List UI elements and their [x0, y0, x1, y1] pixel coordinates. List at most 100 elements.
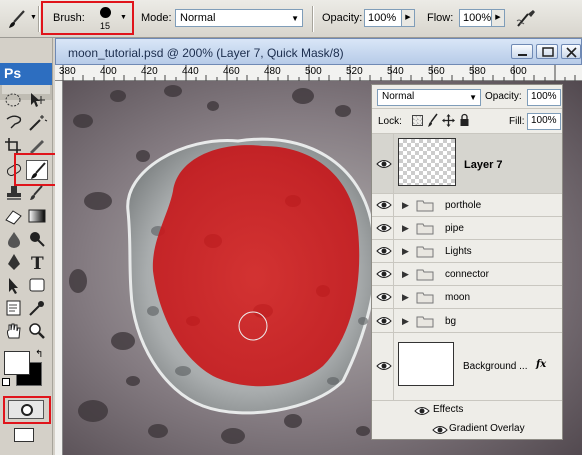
- shape-tool-icon[interactable]: [26, 275, 48, 295]
- expand-triangle-icon[interactable]: ▶: [402, 292, 409, 303]
- layer-name: Layer 7: [464, 159, 503, 171]
- separator: [312, 6, 314, 32]
- layer-group-name: porthole: [445, 200, 482, 211]
- brush-label: Brush:: [53, 12, 85, 24]
- layer-group-pipe[interactable]: ▶ pipe: [372, 217, 562, 240]
- ruler-tick-label: 560: [428, 66, 445, 77]
- ruler-tick-label: 440: [182, 66, 199, 77]
- foreground-color-swatch[interactable]: [4, 351, 30, 375]
- type-tool-icon[interactable]: T: [26, 252, 48, 274]
- layer-group-moon[interactable]: ▶ moon: [372, 286, 562, 309]
- effect-row-gradient-overlay[interactable]: Gradient Overlay: [372, 420, 562, 440]
- ruler-tick-label: 380: [59, 66, 76, 77]
- folder-icon: [416, 200, 434, 212]
- layer-group-name: Lights: [445, 246, 472, 257]
- lock-image-icon[interactable]: [427, 113, 439, 128]
- eye-icon[interactable]: [376, 245, 392, 257]
- chevron-down-icon: ▼: [291, 14, 299, 23]
- layer-group-bg[interactable]: ▶ bg: [372, 309, 562, 333]
- fill-input[interactable]: 100%: [527, 113, 561, 130]
- airbrush-icon[interactable]: [514, 7, 538, 29]
- minimize-button[interactable]: [511, 44, 533, 59]
- expand-triangle-icon[interactable]: ▶: [402, 200, 409, 211]
- clone-stamp-tool-icon[interactable]: [3, 183, 25, 203]
- notes-tool-icon[interactable]: [3, 298, 25, 318]
- eye-icon[interactable]: [376, 222, 392, 234]
- eye-icon[interactable]: [414, 405, 430, 417]
- folder-icon: [416, 246, 434, 258]
- hand-tool-icon[interactable]: [3, 321, 25, 341]
- separator: [38, 6, 40, 32]
- flow-label: Flow:: [427, 12, 454, 24]
- mode-value: Normal: [180, 12, 216, 24]
- marquee-tool-icon[interactable]: [3, 90, 25, 110]
- layer-opacity-input[interactable]: 100%: [527, 89, 561, 106]
- quick-mask-mode-button[interactable]: [8, 400, 44, 419]
- screen-mode-icon[interactable]: [14, 428, 34, 442]
- history-brush-tool-icon[interactable]: [26, 183, 48, 203]
- move-tool-icon[interactable]: [26, 90, 48, 110]
- pen-tool-icon[interactable]: [3, 252, 25, 272]
- dodge-tool-icon[interactable]: [26, 229, 48, 249]
- effects-row[interactable]: Effects: [372, 401, 562, 420]
- vertical-ruler: [55, 81, 63, 455]
- swap-colors-icon[interactable]: ↰: [35, 349, 43, 360]
- eye-icon[interactable]: [376, 291, 392, 303]
- brush-size: 15: [100, 21, 111, 31]
- lock-label: Lock:: [378, 116, 402, 127]
- ruler-tick-label: 500: [305, 66, 322, 77]
- layer-row-background[interactable]: Background ... fx: [372, 333, 562, 401]
- brush-picker-arrow-icon[interactable]: ▼: [120, 14, 127, 21]
- eyedropper-tool-icon[interactable]: [26, 298, 48, 318]
- eraser-tool-icon[interactable]: [3, 206, 25, 226]
- fx-icon[interactable]: fx: [536, 359, 546, 370]
- layer-row-layer-7[interactable]: Layer 7: [372, 134, 562, 194]
- blend-mode-value: Normal: [382, 91, 415, 102]
- lock-position-icon[interactable]: [442, 114, 455, 127]
- ruler-tick-label: 540: [387, 66, 404, 77]
- fill-label: Fill:: [509, 116, 525, 127]
- close-button[interactable]: [561, 44, 581, 59]
- eye-icon[interactable]: [376, 360, 392, 372]
- eye-icon[interactable]: [376, 315, 392, 327]
- opacity-input[interactable]: 100%: [364, 9, 402, 27]
- folder-icon: [416, 292, 434, 304]
- eye-icon[interactable]: [376, 199, 392, 211]
- eye-icon[interactable]: [376, 158, 392, 170]
- document-title-bar: moon_tutorial.psd @ 200% (Layer 7, Quick…: [55, 38, 582, 65]
- flow-slider-arrow-icon[interactable]: ▶: [491, 9, 505, 27]
- blend-mode-select[interactable]: Normal ▼: [377, 89, 481, 106]
- layer-group-name: bg: [445, 316, 457, 327]
- lasso-tool-icon[interactable]: [3, 113, 25, 133]
- layer-group-lights[interactable]: ▶ Lights: [372, 240, 562, 263]
- lock-transparency-icon[interactable]: [412, 115, 423, 126]
- blur-tool-icon[interactable]: [3, 229, 25, 249]
- path-selection-tool-icon[interactable]: [3, 275, 25, 295]
- flow-input[interactable]: 100%: [459, 9, 492, 27]
- ruler-tick-label: 420: [141, 66, 158, 77]
- mode-select[interactable]: Normal ▼: [175, 9, 303, 27]
- layer-group-name: connector: [445, 269, 489, 280]
- gradient-tool-icon[interactable]: [26, 206, 48, 226]
- brush-tool-icon[interactable]: [6, 8, 28, 30]
- opacity-slider-arrow-icon[interactable]: ▶: [401, 9, 415, 27]
- zoom-tool-icon[interactable]: [26, 321, 48, 341]
- lock-all-icon[interactable]: [459, 113, 470, 127]
- magic-wand-tool-icon[interactable]: [26, 113, 48, 133]
- layer-group-porthole[interactable]: ▶ porthole: [372, 194, 562, 217]
- eye-icon[interactable]: [432, 424, 448, 436]
- brush-preview-icon[interactable]: [100, 7, 111, 18]
- expand-triangle-icon[interactable]: ▶: [402, 223, 409, 234]
- maximize-button[interactable]: [536, 44, 558, 59]
- layer-group-connector[interactable]: ▶ connector: [372, 263, 562, 286]
- ruler-tick-label: 400: [100, 66, 117, 77]
- expand-triangle-icon[interactable]: ▶: [402, 269, 409, 280]
- eye-icon[interactable]: [376, 268, 392, 280]
- expand-triangle-icon[interactable]: ▶: [402, 246, 409, 257]
- layer-opacity-label: Opacity:: [485, 91, 522, 102]
- default-colors-icon[interactable]: [2, 378, 10, 386]
- tool-preset-arrow-icon[interactable]: ▼: [30, 14, 37, 21]
- expand-triangle-icon[interactable]: ▶: [402, 316, 409, 327]
- chevron-down-icon: ▼: [469, 93, 477, 102]
- brush-tool-icon[interactable]: [26, 160, 48, 180]
